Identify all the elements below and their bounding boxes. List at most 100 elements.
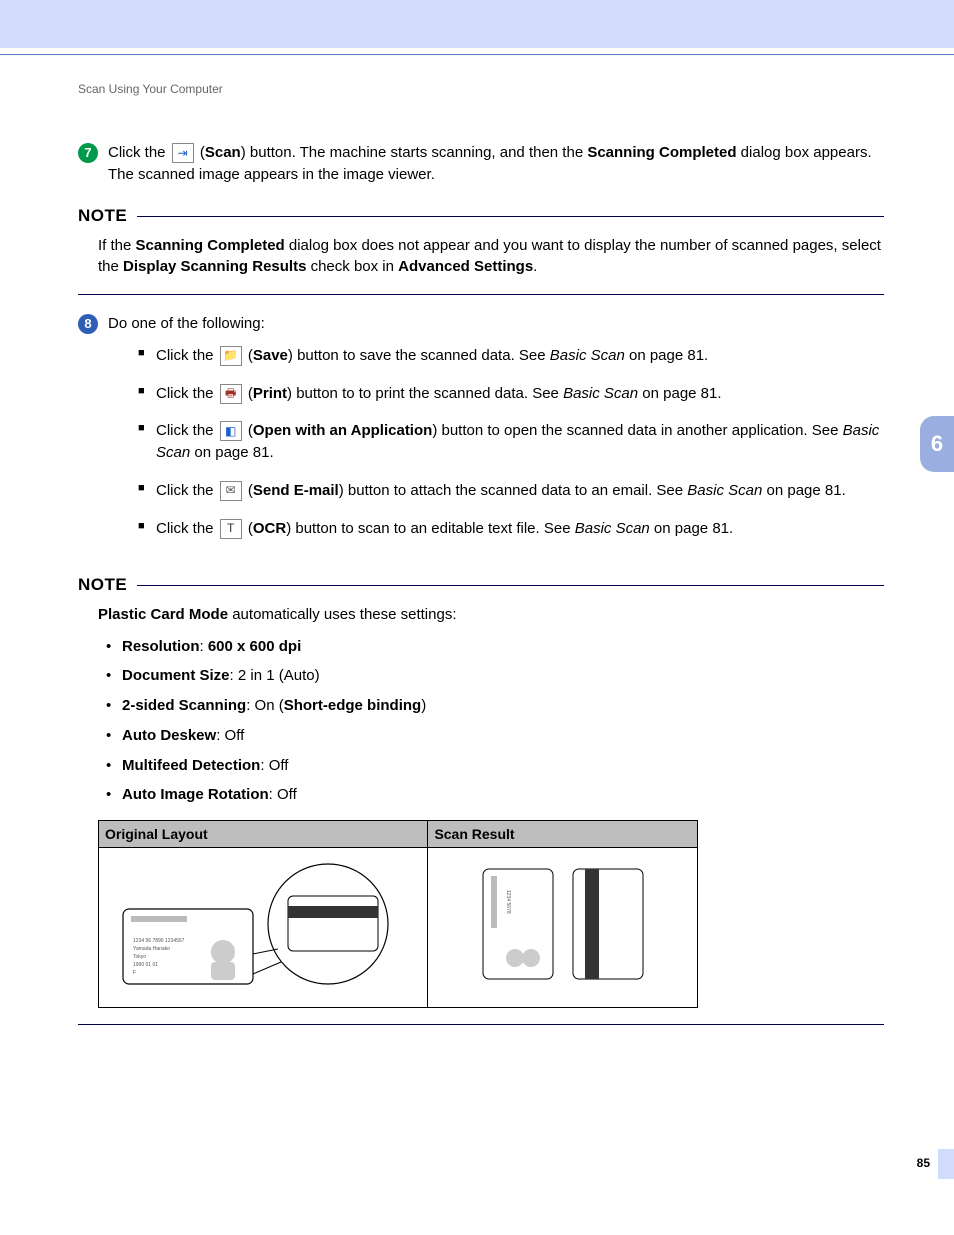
text: : xyxy=(200,638,208,655)
layout-result-table: Original Layout Scan Result 1234 56 7890… xyxy=(98,820,698,1008)
plastic-card-mode-label: Plastic Card Mode xyxy=(98,606,228,623)
setting-value: 600 x 600 dpi xyxy=(208,638,301,655)
note-2-bottom-rule xyxy=(78,1024,884,1025)
text-bold: Advanced Settings xyxy=(398,258,533,275)
step-8-body: Do one of the following: Click the 📁 (Sa… xyxy=(108,313,884,555)
reference-link: Basic Scan xyxy=(687,482,762,499)
page-number-area: 85 xyxy=(917,1149,954,1179)
chapter-number: 6 xyxy=(931,428,943,460)
note-1-body: If the Scanning Completed dialog box doe… xyxy=(78,233,884,287)
scanning-completed-label: Scanning Completed xyxy=(587,144,736,161)
page-number-tab xyxy=(938,1149,954,1179)
button-label: Print xyxy=(253,385,287,402)
note-label: NOTE xyxy=(78,204,127,229)
setting-label: Document Size xyxy=(122,667,230,684)
chapter-tab: 6 xyxy=(920,416,954,472)
setting-value: ) xyxy=(421,697,426,714)
step-bullet-7: 7 xyxy=(78,143,98,163)
text: Click the xyxy=(156,347,218,364)
text: on page 81. xyxy=(650,520,733,537)
text: . xyxy=(533,258,537,275)
step-number: 7 xyxy=(84,144,91,163)
step-7-body: Click the ⇥ (Scan) button. The machine s… xyxy=(108,142,884,186)
text: Click the xyxy=(156,482,218,499)
text: : xyxy=(260,757,268,774)
svg-text:F: F xyxy=(133,970,136,976)
button-label: Send E-mail xyxy=(253,482,339,499)
text: ) button to save the scanned data. See xyxy=(288,347,550,364)
text: ) button to scan to an editable text fil… xyxy=(286,520,575,537)
text: Click the xyxy=(156,520,218,537)
print-icon: 🖶 xyxy=(220,384,242,404)
svg-text:1234 5678: 1234 5678 xyxy=(505,890,511,914)
reference-link: Basic Scan xyxy=(563,385,638,402)
text: ) button to attach the scanned data to a… xyxy=(339,482,688,499)
setting-label: Resolution xyxy=(122,638,200,655)
table-row: 1234 56 7890 1234567 Yamada Hanako Tokyo… xyxy=(99,848,698,1008)
note-2-heading: NOTE xyxy=(78,573,884,598)
list-item: Click the 📁 (Save) button to save the sc… xyxy=(138,345,884,367)
text: : xyxy=(269,786,277,803)
text: : On ( xyxy=(246,697,284,714)
note-1-heading: NOTE xyxy=(78,204,884,229)
step-8: 8 Do one of the following: Click the 📁 (… xyxy=(78,313,884,555)
step-bullet-8: 8 xyxy=(78,314,98,334)
note-2-body: Plastic Card Mode automatically uses the… xyxy=(78,602,884,1016)
step-number: 8 xyxy=(84,315,91,334)
reference-link: Basic Scan xyxy=(550,347,625,364)
reference-link: Basic Scan xyxy=(575,520,650,537)
section-header: Scan Using Your Computer xyxy=(78,81,884,98)
note-1-bottom-rule xyxy=(78,294,884,295)
save-icon: 📁 xyxy=(220,346,242,366)
table-header-original: Original Layout xyxy=(99,821,428,848)
button-label: Save xyxy=(253,347,288,364)
scan-icon: ⇥ xyxy=(172,143,194,163)
settings-list: Resolution: 600 x 600 dpiDocument Size: … xyxy=(98,636,884,807)
scan-result-illustration: 1234 5678 xyxy=(463,854,663,994)
original-layout-cell: 1234 56 7890 1234567 Yamada Hanako Tokyo… xyxy=(99,848,428,1008)
step-8-intro: Do one of the following: xyxy=(108,315,265,332)
setting-value: 2 in 1 (Auto) xyxy=(238,667,320,684)
setting-label: 2-sided Scanning xyxy=(122,697,246,714)
note-rule xyxy=(137,585,884,586)
open-app-icon: ◧ xyxy=(220,421,242,441)
text: Click the xyxy=(156,422,218,439)
text-bold: Display Scanning Results xyxy=(123,258,306,275)
svg-text:1990 01 01: 1990 01 01 xyxy=(133,962,158,968)
note-rule xyxy=(137,216,884,217)
text: ) button. The machine starts scanning, a… xyxy=(241,144,588,161)
ocr-icon: T xyxy=(220,519,242,539)
list-item: Click the ✉ (Send E-mail) button to atta… xyxy=(138,480,884,502)
svg-text:Tokyo: Tokyo xyxy=(133,954,146,960)
text: check box in xyxy=(306,258,398,275)
setting-value: Off xyxy=(277,786,297,803)
text: : xyxy=(216,727,224,744)
list-item: Click the ◧ (Open with an Application) b… xyxy=(138,420,884,464)
list-item: Document Size: 2 in 1 (Auto) xyxy=(106,665,884,687)
setting-label: Auto Deskew xyxy=(122,727,216,744)
svg-text:Yamada Hanako: Yamada Hanako xyxy=(133,946,170,952)
text: Click the xyxy=(156,385,218,402)
scan-label: Scan xyxy=(205,144,241,161)
setting-label: Multifeed Detection xyxy=(122,757,260,774)
text: ) button to to print the scanned data. S… xyxy=(287,385,563,402)
list-item: Multifeed Detection: Off xyxy=(106,755,884,777)
text: on page 81. xyxy=(190,444,273,461)
step-8-list: Click the 📁 (Save) button to save the sc… xyxy=(108,345,884,540)
list-item: Resolution: 600 x 600 dpi xyxy=(106,636,884,658)
text: If the xyxy=(98,237,136,254)
list-item: Auto Image Rotation: Off xyxy=(106,784,884,806)
button-label: Open with an Application xyxy=(253,422,432,439)
list-item: Click the 🖶 (Print) button to to print t… xyxy=(138,383,884,405)
table-header-scan-result: Scan Result xyxy=(428,821,698,848)
text: on page 81. xyxy=(625,347,708,364)
setting-value: Short-edge binding xyxy=(284,697,421,714)
original-layout-illustration: 1234 56 7890 1234567 Yamada Hanako Tokyo… xyxy=(113,854,413,994)
scan-result-cell: 1234 5678 xyxy=(428,848,698,1008)
text-bold: Scanning Completed xyxy=(136,237,285,254)
send-email-icon: ✉ xyxy=(220,481,242,501)
top-banner xyxy=(0,0,954,48)
setting-value: Off xyxy=(269,757,289,774)
page-content: Scan Using Your Computer 7 Click the ⇥ (… xyxy=(0,55,954,1025)
button-label: OCR xyxy=(253,520,286,537)
